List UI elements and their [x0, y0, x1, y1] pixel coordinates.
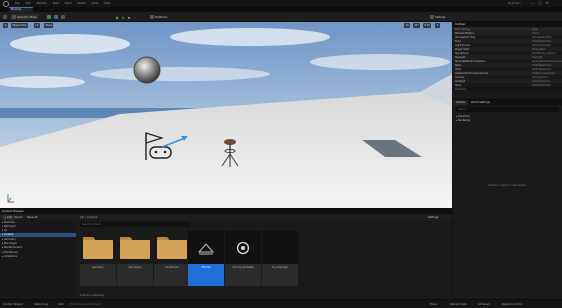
cmd-dropdown[interactable]: Cmd	[58, 303, 64, 306]
level-icon	[188, 231, 224, 264]
select-icon	[12, 15, 16, 19]
lit-button[interactable]: Lit	[34, 23, 40, 28]
menu-tools[interactable]: Tools	[53, 2, 59, 5]
viewport-options-button[interactable]: ☰	[3, 23, 9, 28]
tab-world-settings[interactable]: World Settings	[468, 100, 493, 105]
save-icon[interactable]	[3, 14, 7, 20]
outliner-actor-count: 14 actors	[453, 87, 562, 91]
column-item-label[interactable]: Item Label ▲	[455, 28, 470, 31]
level-viewport[interactable]	[0, 22, 452, 208]
main-toolbar: Selection Mode ▶ ⏸ ⏹ ⋮ Platforms Setting…	[0, 12, 562, 22]
details-search-input[interactable]: Search	[456, 107, 559, 112]
settings-button[interactable]: Settings	[430, 14, 446, 20]
details-empty-text: Select an object to view details.	[488, 183, 527, 187]
menu-window[interactable]: Window	[36, 2, 46, 5]
selection-mode-button[interactable]: Selection Mode	[10, 14, 39, 20]
minimize-icon[interactable]: —	[531, 1, 535, 5]
maximize-icon[interactable]: ▢	[539, 1, 542, 5]
save-all-button[interactable]: Save All	[27, 215, 37, 220]
tree-item[interactable]: ▸ Collections	[0, 254, 76, 258]
rotation-snap-button[interactable]: 10°	[413, 23, 421, 28]
outliner-panel: Outliner Item Label ▲ Type Minimal (Edit…	[453, 22, 562, 98]
item-count: 6 items (1 selected)	[80, 294, 104, 297]
status-bar: Content Drawer Output Log Cmd Enter Cons…	[0, 299, 562, 308]
breadcrumb[interactable]: All > Content	[80, 215, 97, 220]
platforms-icon	[150, 15, 154, 19]
menu-help[interactable]: Help	[104, 2, 110, 5]
viewport-toolbar: ☰ Perspective Lit Show 10 10° 0.25 4	[0, 22, 452, 29]
material-icon	[262, 231, 298, 264]
window-controls: — ▢ ✕	[531, 1, 549, 5]
asset-tile-selected[interactable]: Minimal	[188, 231, 224, 286]
blueprint-icon[interactable]	[54, 14, 58, 20]
asset-tile[interactable]: ThirdPerson	[154, 231, 190, 286]
output-log-button[interactable]: Output Log	[34, 303, 48, 306]
platforms-button[interactable]: Platforms	[150, 14, 167, 20]
project-name: MyProject	[508, 1, 521, 5]
content-browser: Content Browser + Add Import Save All Al…	[0, 208, 452, 300]
save-status-button[interactable]: All Saved	[478, 303, 490, 306]
show-button[interactable]: Show	[44, 23, 54, 28]
details-tabs: Details World Settings	[453, 100, 562, 105]
content-drawer-button[interactable]: Content Drawer	[3, 303, 23, 306]
add-actor-icon[interactable]	[47, 14, 51, 20]
folder-icon	[117, 231, 153, 264]
main-menu: File Edit Window Tools Build Select Acto…	[15, 2, 110, 5]
menu-bar: File Edit Window Tools Build Select Acto…	[0, 0, 562, 7]
menu-actor[interactable]: Actor	[92, 2, 99, 5]
folder-tree: ▸ Favorites ▾ MyProject ▾ All ▾ Content …	[0, 220, 76, 300]
menu-file[interactable]: File	[15, 2, 19, 5]
asset-grid: Search Content Geometry Mannequin ThirdP…	[77, 220, 452, 300]
data-asset-icon	[225, 231, 261, 264]
unreal-logo-icon[interactable]	[3, 0, 9, 7]
play-icon[interactable]: ▶	[116, 14, 119, 20]
trace-button[interactable]: Trace	[430, 303, 437, 306]
camera-speed-button[interactable]: 4	[435, 23, 440, 28]
derived-data-button[interactable]: Derived Data	[450, 303, 467, 306]
close-icon[interactable]: ✕	[546, 1, 549, 5]
gear-icon	[430, 15, 434, 19]
asset-tile[interactable]: Mannequin	[117, 231, 153, 286]
revision-control-button[interactable]: Revision Control	[502, 303, 522, 306]
outliner-list: Minimal (Editor) World Atmospheric Fog Atm…	[453, 31, 562, 87]
details-panel: Details World Settings Search ▸ Transfor…	[453, 99, 562, 299]
stop-icon[interactable]: ⏹	[128, 14, 130, 20]
folder-icon	[80, 231, 116, 264]
play-options-icon[interactable]: ⋮	[134, 14, 137, 20]
import-button[interactable]: Import	[14, 215, 23, 220]
add-button[interactable]: + Add	[2, 214, 15, 220]
cinematics-icon[interactable]	[61, 14, 65, 20]
grid-snap-button[interactable]: 10	[404, 23, 411, 28]
content-search-input[interactable]: Search Content	[80, 222, 190, 227]
console-input[interactable]: Enter Console Command	[70, 303, 101, 306]
column-type[interactable]: Type	[532, 28, 560, 31]
tab-details[interactable]: Details	[453, 100, 468, 105]
cb-settings-button[interactable]: Settings	[428, 215, 439, 220]
menu-select[interactable]: Select	[78, 2, 86, 5]
menu-edit[interactable]: Edit	[25, 2, 30, 5]
asset-tile[interactable]: M_Landscape	[262, 231, 298, 286]
asset-tile[interactable]: Geometry	[80, 231, 116, 286]
folder-icon	[154, 231, 190, 264]
details-section-rendering[interactable]: ▸ Rendering	[453, 119, 562, 124]
menu-build[interactable]: Build	[65, 2, 72, 5]
pause-icon[interactable]: ⏸	[122, 14, 124, 20]
asset-tile[interactable]: Minimal_BuiltData	[225, 231, 261, 286]
perspective-button[interactable]: Perspective	[11, 23, 28, 28]
viewport-scene	[0, 22, 452, 208]
scale-snap-button[interactable]: 0.25	[423, 23, 432, 28]
